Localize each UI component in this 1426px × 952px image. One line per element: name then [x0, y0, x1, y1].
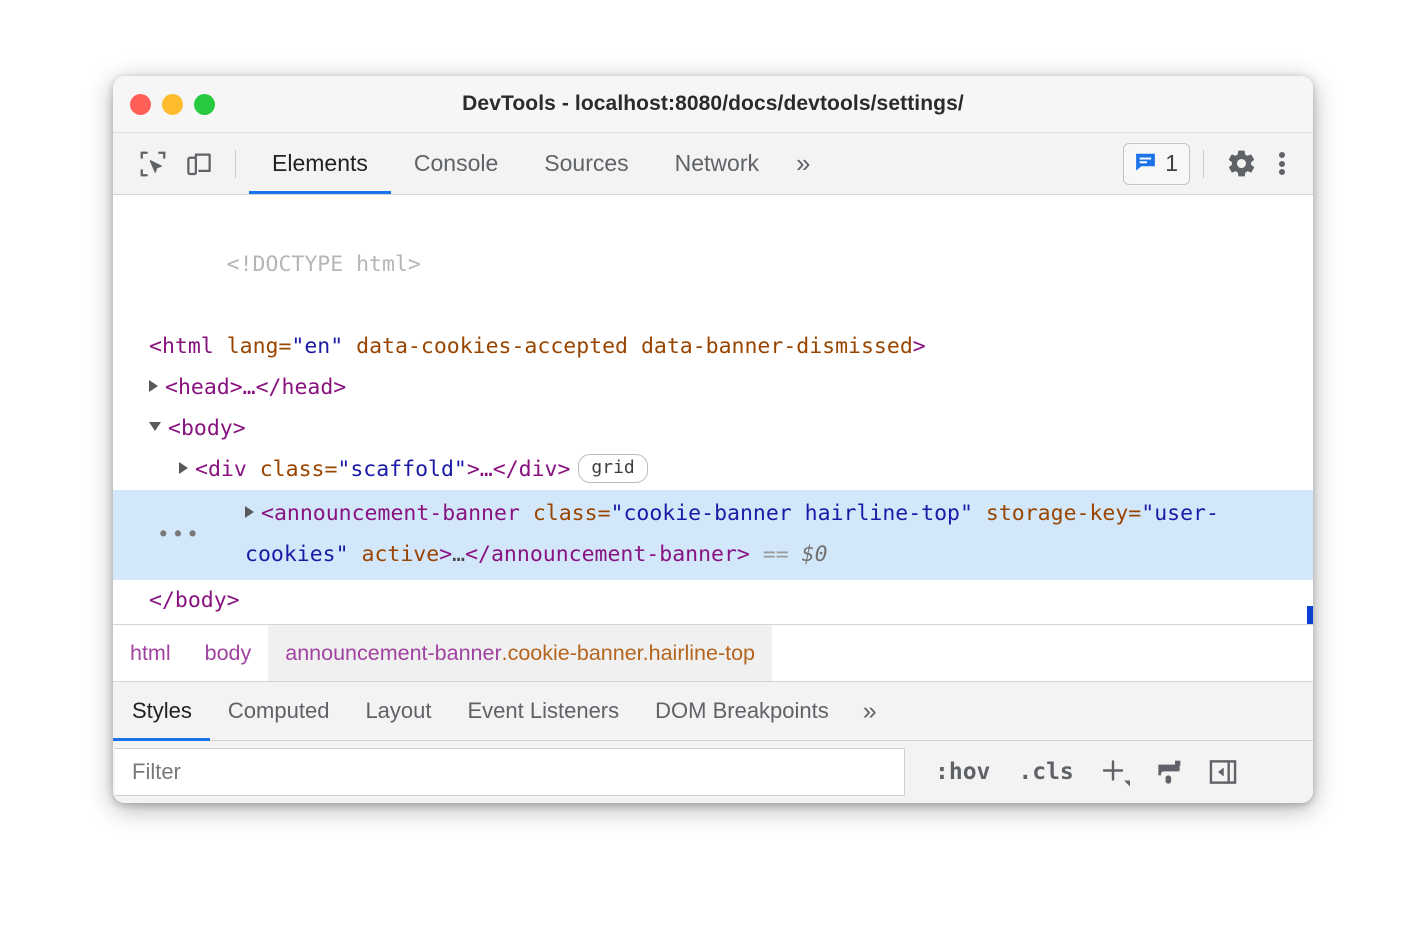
kebab-dot — [1279, 169, 1285, 175]
selected-active-attr: active — [362, 542, 440, 567]
cls-toggle-button[interactable]: .cls — [1004, 759, 1087, 785]
tab-event-listeners[interactable]: Event Listeners — [450, 682, 638, 740]
div-rest-text: >…</div> — [467, 457, 571, 482]
selected-close-tag: </announcement-banner> — [465, 542, 750, 567]
html-data-banner-dismissed-attr: data-banner-dismissed — [641, 334, 913, 359]
dom-node-html[interactable]: <html lang="en" data-cookies-accepted da… — [113, 326, 1313, 367]
tab-styles[interactable]: Styles — [113, 682, 210, 740]
traffic-light-buttons — [130, 94, 215, 115]
breadcrumb-selected-tag: announcement-banner — [285, 641, 501, 666]
return-key-arrow-icon — [1211, 600, 1313, 624]
kebab-dot — [1279, 152, 1285, 158]
html-close-bracket: > — [913, 334, 926, 359]
tab-network[interactable]: Network — [652, 133, 782, 194]
dom-node-body-close[interactable]: </body> — [113, 580, 1313, 621]
div-class-attr: class= — [260, 457, 338, 482]
grid-badge[interactable]: grid — [578, 454, 647, 483]
breadcrumb-item-body[interactable]: body — [188, 625, 269, 681]
window-title: DevTools - localhost:8080/docs/devtools/… — [113, 92, 1313, 116]
selected-dollar-zero-marker: $0 — [802, 542, 828, 567]
kebab-dot — [1279, 161, 1285, 167]
breadcrumb-item-announcement-banner[interactable]: announcement-banner.cookie-banner.hairli… — [268, 625, 772, 681]
body-open-text: <body> — [168, 416, 246, 441]
html-lang-value: "en" — [291, 334, 343, 359]
breadcrumb-item-html[interactable]: html — [113, 625, 188, 681]
div-class-value: "scaffold" — [337, 457, 466, 482]
devtools-toolbar: Elements Console Sources Network » — [113, 133, 1313, 195]
tab-elements[interactable]: Elements — [249, 133, 391, 194]
collapse-triangle-icon[interactable] — [149, 422, 161, 431]
more-pane-tabs-chevron-icon[interactable]: » — [847, 682, 893, 740]
issues-count-label: 1 — [1165, 150, 1178, 177]
doctype-text: <!DOCTYPE html> — [227, 252, 421, 277]
expand-triangle-icon[interactable] — [149, 380, 158, 392]
minimize-button[interactable] — [162, 94, 183, 115]
issues-counter-button[interactable]: 1 — [1123, 143, 1190, 185]
tab-computed[interactable]: Computed — [210, 682, 348, 740]
title-bar: DevTools - localhost:8080/docs/devtools/… — [113, 76, 1313, 133]
head-line-text: <head>…</head> — [165, 375, 346, 400]
devtools-window: DevTools - localhost:8080/docs/devtools/… — [113, 76, 1313, 803]
maximize-button[interactable] — [194, 94, 215, 115]
selected-class-value: "cookie-banner hairline-top" — [611, 501, 973, 526]
close-button[interactable] — [130, 94, 151, 115]
expand-triangle-icon[interactable] — [179, 462, 188, 474]
styles-filter-bar: Filter :hov .cls — [113, 741, 1313, 803]
toolbar-divider-right — [1203, 150, 1204, 178]
filter-actions: :hov .cls — [921, 749, 1250, 795]
html-lang-attr: lang= — [227, 334, 292, 359]
selected-open-tag: <announcement-banner — [261, 501, 520, 526]
div-open-text: <div — [195, 457, 260, 482]
issues-message-icon — [1133, 149, 1158, 179]
breadcrumb: html body announcement-banner.cookie-ban… — [113, 624, 1313, 681]
tab-sources-label: Sources — [544, 150, 628, 177]
hov-toggle-button[interactable]: :hov — [921, 759, 1004, 785]
paint-brush-icon[interactable] — [1142, 749, 1196, 795]
breadcrumb-html-label: html — [130, 641, 171, 666]
tab-layout-label: Layout — [365, 698, 431, 724]
body-close-text: </body> — [149, 588, 240, 613]
dom-node-div-scaffold[interactable]: <div class="scaffold">…</div> grid — [113, 449, 1313, 490]
tab-sources[interactable]: Sources — [521, 133, 651, 194]
tab-console-label: Console — [414, 150, 498, 177]
tab-network-label: Network — [675, 150, 759, 177]
filter-input[interactable]: Filter — [115, 748, 905, 796]
tab-elements-label: Elements — [272, 150, 368, 177]
device-toolbar-icon[interactable] — [176, 142, 222, 186]
more-tabs-chevron-icon[interactable]: » — [782, 133, 824, 194]
toolbar-divider — [235, 150, 236, 178]
toolbar-right-actions: 1 — [1123, 142, 1313, 186]
html-data-cookies-accepted-attr: data-cookies-accepted — [356, 334, 628, 359]
selected-class-attr: class= — [533, 501, 611, 526]
dom-node-announcement-banner-selected[interactable]: ••• <announcement-banner class="cookie-b… — [113, 490, 1313, 580]
breadcrumb-body-label: body — [205, 641, 252, 666]
tab-dom-breakpoints[interactable]: DOM Breakpoints — [637, 682, 847, 740]
selected-equals-marker: == — [763, 542, 789, 567]
tab-event-listeners-label: Event Listeners — [468, 698, 620, 724]
dom-node-html-close[interactable]: </html> — [113, 621, 1313, 624]
tab-styles-label: Styles — [132, 698, 192, 724]
selected-children-ellipsis[interactable]: … — [452, 542, 465, 567]
kebab-menu-icon[interactable] — [1265, 142, 1299, 186]
selected-gt-bracket: > — [439, 542, 452, 567]
plus-icon[interactable] — [1088, 749, 1142, 795]
expand-triangle-icon[interactable] — [245, 506, 254, 518]
tab-dom-breakpoints-label: DOM Breakpoints — [655, 698, 829, 724]
inspect-element-icon[interactable] — [130, 142, 176, 186]
tab-computed-label: Computed — [228, 698, 330, 724]
panel-tabs: Elements Console Sources Network » — [249, 133, 824, 194]
breadcrumb-selected-classes: .cookie-banner.hairline-top — [502, 641, 755, 666]
toggle-sidebar-icon[interactable] — [1196, 749, 1250, 795]
gear-icon[interactable] — [1217, 142, 1265, 186]
tab-layout[interactable]: Layout — [347, 682, 449, 740]
dom-node-body-open[interactable]: <body> — [113, 408, 1313, 449]
tab-console[interactable]: Console — [391, 133, 521, 194]
sidebar-pane-tabs: Styles Computed Layout Event Listeners D… — [113, 681, 1313, 741]
selected-storage-key-attr: storage-key= — [986, 501, 1141, 526]
html-open-tag: <html — [149, 334, 214, 359]
overflow-dots-icon[interactable]: ••• — [157, 515, 201, 556]
dom-tree[interactable]: <!DOCTYPE html> <html lang="en" data-coo… — [113, 195, 1313, 624]
dom-node-doctype[interactable]: <!DOCTYPE html> — [113, 203, 1313, 326]
dom-node-head[interactable]: <head>…</head> — [113, 367, 1313, 408]
